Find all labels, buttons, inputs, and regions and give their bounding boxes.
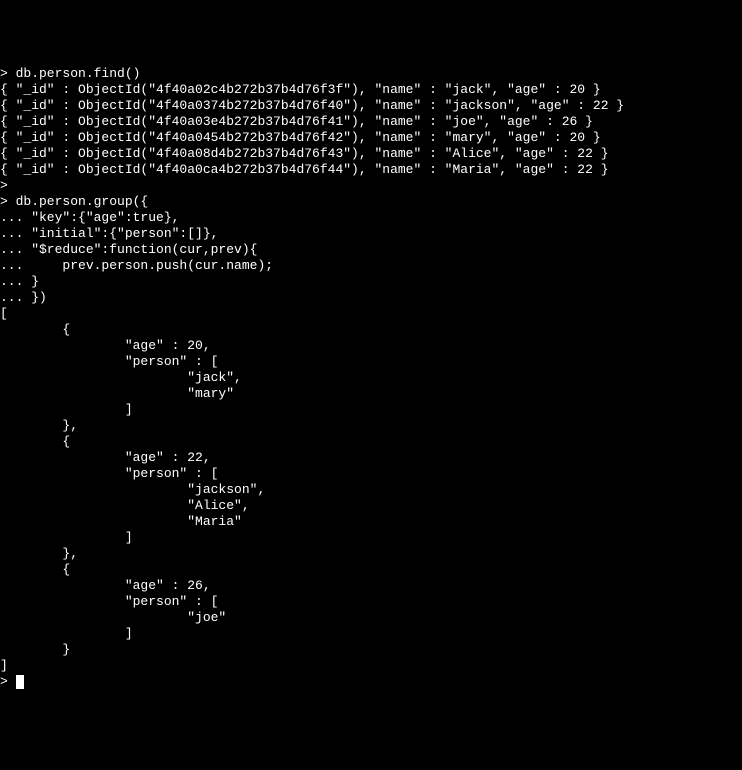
terminal-line: ... "$reduce":function(cur,prev){ bbox=[0, 242, 742, 258]
terminal-line: "person" : [ bbox=[0, 594, 742, 610]
terminal-line: ... }) bbox=[0, 290, 742, 306]
terminal-line: "jack", bbox=[0, 370, 742, 386]
terminal-line: "person" : [ bbox=[0, 466, 742, 482]
terminal-line: ] bbox=[0, 658, 742, 674]
cursor bbox=[16, 675, 24, 689]
terminal-line: "Alice", bbox=[0, 498, 742, 514]
terminal-line: }, bbox=[0, 546, 742, 562]
terminal-line: { "_id" : ObjectId("4f40a08d4b272b37b4d7… bbox=[0, 146, 742, 162]
terminal-line: "person" : [ bbox=[0, 354, 742, 370]
terminal-line: ... "initial":{"person":[]}, bbox=[0, 226, 742, 242]
terminal-line: > bbox=[0, 674, 742, 690]
terminal-line: ] bbox=[0, 402, 742, 418]
terminal-line: { "_id" : ObjectId("4f40a0374b272b37b4d7… bbox=[0, 98, 742, 114]
terminal-line: "age" : 22, bbox=[0, 450, 742, 466]
terminal-line: { "_id" : ObjectId("4f40a03e4b272b37b4d7… bbox=[0, 114, 742, 130]
terminal-line: }, bbox=[0, 418, 742, 434]
terminal-line: > db.person.find() bbox=[0, 66, 742, 82]
terminal-line: { "_id" : ObjectId("4f40a02c4b272b37b4d7… bbox=[0, 82, 742, 98]
terminal-line: "mary" bbox=[0, 386, 742, 402]
terminal-line: ] bbox=[0, 626, 742, 642]
terminal-line: { "_id" : ObjectId("4f40a0454b272b37b4d7… bbox=[0, 130, 742, 146]
terminal-line: { bbox=[0, 434, 742, 450]
terminal-line: ... } bbox=[0, 274, 742, 290]
terminal-output[interactable]: > db.person.find(){ "_id" : ObjectId("4f… bbox=[0, 66, 742, 690]
terminal-line: { "_id" : ObjectId("4f40a0ca4b272b37b4d7… bbox=[0, 162, 742, 178]
terminal-line: "Maria" bbox=[0, 514, 742, 530]
terminal-line: ... "key":{"age":true}, bbox=[0, 210, 742, 226]
terminal-line: "age" : 26, bbox=[0, 578, 742, 594]
terminal-line: "age" : 20, bbox=[0, 338, 742, 354]
terminal-line: [ bbox=[0, 306, 742, 322]
terminal-line: > db.person.group({ bbox=[0, 194, 742, 210]
terminal-line: > bbox=[0, 178, 742, 194]
terminal-line: ] bbox=[0, 530, 742, 546]
terminal-line: "jackson", bbox=[0, 482, 742, 498]
terminal-line: "joe" bbox=[0, 610, 742, 626]
terminal-line: ... prev.person.push(cur.name); bbox=[0, 258, 742, 274]
terminal-line: } bbox=[0, 642, 742, 658]
terminal-line: { bbox=[0, 562, 742, 578]
terminal-line: { bbox=[0, 322, 742, 338]
